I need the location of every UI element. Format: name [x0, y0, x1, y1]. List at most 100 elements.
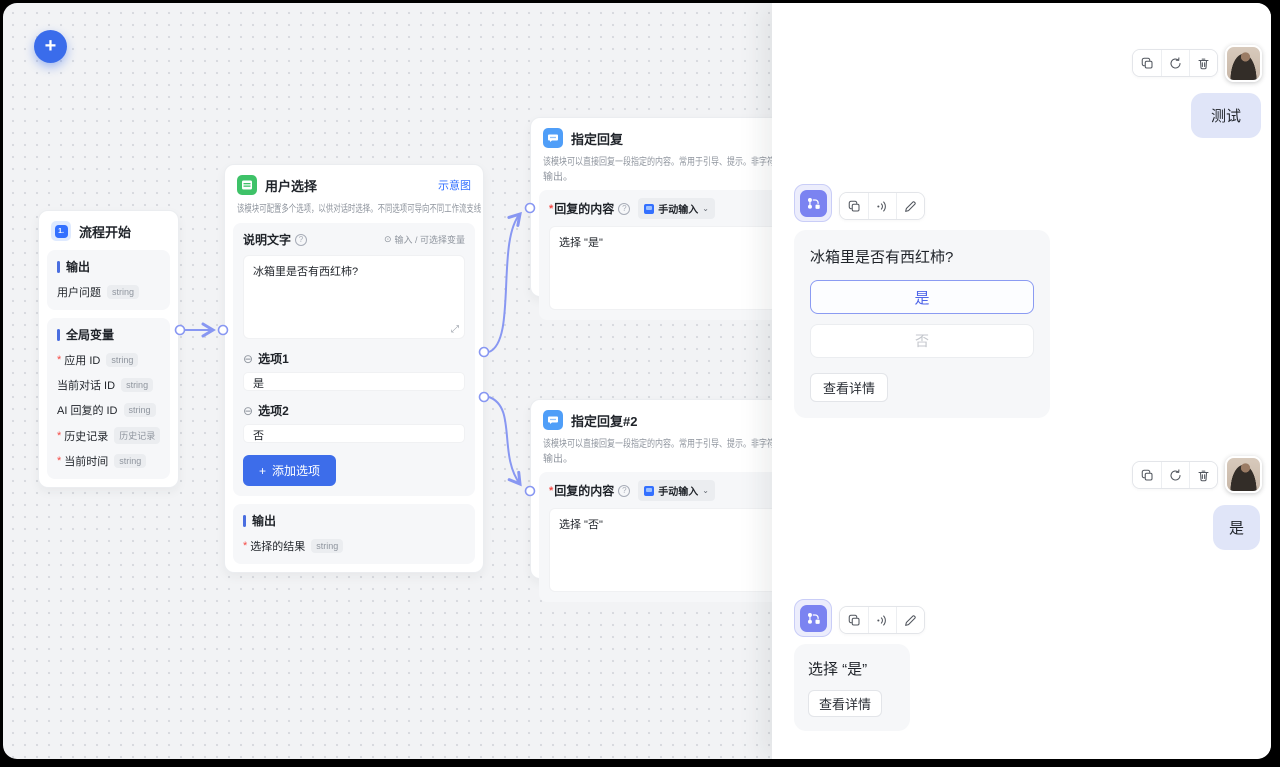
option1-input[interactable]: 是: [243, 372, 465, 391]
type-badge: 历史记录: [114, 427, 160, 444]
prompt-textarea[interactable]: 冰箱里是否有西红柿? ⤢: [243, 255, 465, 339]
content-label: 回复的内容: [554, 200, 614, 217]
option1-label-row: ⊖ 选项1: [243, 350, 465, 367]
reply-icon: [543, 410, 563, 430]
var-row: * 应用 ID string: [57, 352, 160, 368]
option2-label-row: ⊖ 选项2: [243, 402, 465, 419]
edit-icon: [906, 615, 916, 625]
option2-input[interactable]: 否: [243, 424, 465, 443]
add-node-button[interactable]: +: [34, 30, 67, 63]
edit-button[interactable]: [896, 607, 924, 633]
user-select-output-section: 输出 * 选择的结果 string: [233, 504, 475, 564]
user-select-title: 用户选择: [265, 176, 317, 195]
var-row: * 历史记录 历史记录: [57, 427, 160, 444]
user-message-2: 是: [1213, 505, 1260, 550]
type-badge: string: [114, 454, 146, 468]
input-mode-select[interactable]: 手动输入 ⌄: [638, 480, 715, 501]
retry-button[interactable]: [1161, 462, 1189, 488]
reply1-title: 指定回复: [571, 129, 623, 148]
expand-icon[interactable]: ⤢: [451, 324, 459, 335]
user-select-config: 说明文字 ? ⊙ 输入 / 可选择变量 冰箱里是否有西红柿? ⤢ ⊖ 选项1 是: [233, 223, 475, 496]
output-heading: 输出: [243, 512, 465, 529]
retry-button[interactable]: [1161, 50, 1189, 76]
diagram-link[interactable]: 示意图: [438, 177, 471, 193]
reply-icon: [543, 128, 563, 148]
var-name: 选择的结果: [250, 538, 305, 554]
type-badge: string: [107, 285, 139, 299]
edit-button[interactable]: [896, 193, 924, 219]
choice-no-button[interactable]: 否: [810, 324, 1034, 358]
type-badge: string: [121, 378, 153, 392]
insert-variable-icon: ⊙: [384, 234, 392, 245]
var-name: AI 回复的 ID: [57, 402, 118, 418]
trash-icon: [1199, 59, 1208, 69]
var-row: AI 回复的 ID string: [57, 402, 160, 418]
bot-message2-toolbar: [839, 606, 925, 634]
flow-start-title: 流程开始: [79, 222, 131, 241]
var-row: * 选择的结果 string: [243, 538, 465, 554]
required-marker: *: [549, 485, 553, 497]
type-badge: string: [106, 353, 138, 367]
view-details-button[interactable]: 查看详情: [808, 690, 882, 717]
delete-button[interactable]: [1189, 50, 1217, 76]
user-select-header: 用户选择 示意图: [225, 165, 483, 200]
help-icon[interactable]: ?: [618, 485, 630, 497]
manual-input-icon: [644, 486, 654, 496]
flow-start-icon: 1.: [51, 221, 71, 241]
input-mode-select[interactable]: 手动输入 ⌄: [638, 198, 715, 219]
prompt-label-row: 说明文字 ? ⊙ 输入 / 可选择变量: [243, 231, 465, 248]
output-heading: 输出: [57, 258, 160, 275]
copy-button[interactable]: [1133, 462, 1161, 488]
choice-yes-button[interactable]: 是: [810, 280, 1034, 314]
required-marker: *: [57, 455, 61, 467]
add-option-button[interactable]: + 添加选项: [243, 455, 336, 486]
remove-option-icon[interactable]: ⊖: [243, 404, 253, 418]
var-row: 用户问题 string: [57, 284, 160, 300]
voice-icon: [877, 619, 879, 621]
user-message2-toolbar: [1132, 461, 1218, 489]
reply2-title: 指定回复#2: [571, 411, 637, 430]
var-name: 应用 ID: [64, 352, 100, 368]
var-name: 当前对话 ID: [57, 377, 115, 393]
user-avatar[interactable]: [1225, 45, 1262, 82]
node-flow-start[interactable]: 1. 流程开始 输出 用户问题 string 全局变量 * 应用 ID stri…: [38, 210, 179, 488]
var-row: * 当前时间 string: [57, 453, 160, 469]
bot-avatar: [794, 599, 832, 637]
flow-start-globals-section: 全局变量 * 应用 ID string 当前对话 ID string AI 回复…: [47, 318, 170, 479]
required-marker: *: [57, 354, 61, 366]
option2-label: 选项2: [258, 402, 289, 419]
delete-button[interactable]: [1189, 462, 1217, 488]
read-aloud-button[interactable]: [868, 193, 896, 219]
read-aloud-button[interactable]: [868, 607, 896, 633]
var-name: 用户问题: [57, 284, 101, 300]
view-details-button[interactable]: 查看详情: [810, 373, 888, 402]
manual-input-icon: [644, 204, 654, 214]
globals-heading: 全局变量: [57, 326, 160, 343]
bot-reply-text: 选择 “是”: [808, 658, 896, 679]
copy-button[interactable]: [1133, 50, 1161, 76]
flow-start-header: 1. 流程开始: [39, 211, 178, 246]
user-message1-toolbar: [1132, 49, 1218, 77]
copy-button[interactable]: [840, 193, 868, 219]
bot-avatar: [794, 184, 832, 222]
help-icon[interactable]: ?: [295, 234, 307, 246]
var-name: 历史记录: [64, 428, 108, 444]
help-icon[interactable]: ?: [618, 203, 630, 215]
var-name: 当前时间: [64, 453, 108, 469]
user-select-icon: [237, 175, 257, 195]
user-avatar[interactable]: [1225, 456, 1262, 493]
type-badge: string: [311, 539, 343, 553]
remove-option-icon[interactable]: ⊖: [243, 352, 253, 366]
prompt-label: 说明文字: [243, 231, 291, 248]
chevron-down-icon: ⌄: [702, 204, 709, 213]
node-user-select[interactable]: 用户选择 示意图 该模块可配置多个选项，以供对话时选择。不同选项可导向不同工作流…: [224, 164, 484, 573]
user-message-1: 测试: [1191, 93, 1261, 138]
copy-button[interactable]: [840, 607, 868, 633]
voice-icon: [877, 205, 879, 207]
var-row: 当前对话 ID string: [57, 377, 160, 393]
option1-label: 选项1: [258, 350, 289, 367]
type-badge: string: [124, 403, 156, 417]
plus-icon: +: [45, 35, 57, 58]
trash-icon: [1199, 471, 1208, 481]
plus-icon: +: [259, 464, 266, 478]
